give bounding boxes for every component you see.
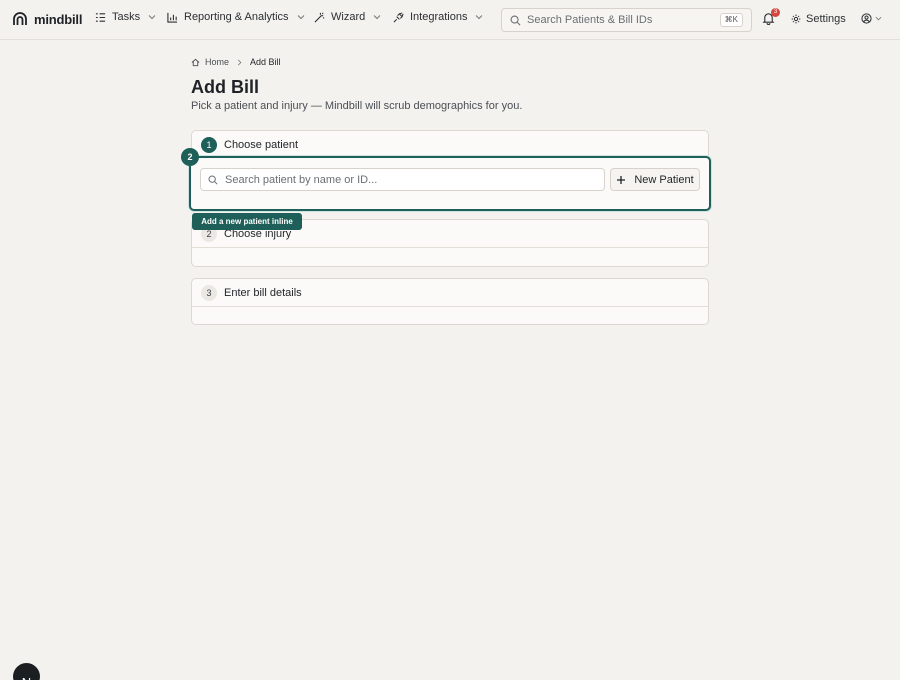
patient-picker-panel: Search patient by name or ID... New Pati… [189, 156, 711, 211]
search-shortcut: ⌘K [719, 13, 743, 27]
notification-badge: 3 [771, 8, 780, 17]
step-header-bill-details[interactable]: 3 Enter bill details [192, 279, 708, 307]
step-header-patient[interactable]: 1 Choose patient [192, 131, 708, 159]
step-title: Enter bill details [224, 286, 302, 299]
global-search-placeholder: Search Patients & Bill IDs [527, 14, 653, 26]
chevron-down-icon [373, 15, 381, 20]
patient-search-placeholder: Search patient by name or ID... [225, 173, 378, 186]
user-menu-button[interactable] [861, 13, 882, 24]
nav-integrations-label: Integrations [410, 11, 468, 23]
mindbill-logo-icon [13, 12, 27, 25]
global-search-input[interactable]: Search Patients & Bill IDs ⌘K [501, 8, 752, 32]
settings-button[interactable]: Settings [791, 13, 846, 25]
chevron-down-icon [875, 16, 882, 21]
wand-icon [314, 12, 325, 22]
breadcrumb-current: Add Bill [250, 57, 281, 67]
nav-tasks[interactable]: Tasks [95, 11, 156, 23]
chevron-down-icon [476, 15, 483, 20]
top-nav: mindbill Tasks Reporting & Analytics Wiz… [0, 0, 900, 40]
plus-icon [617, 175, 626, 184]
new-patient-label: New Patient [634, 173, 694, 186]
tasks-icon [95, 12, 106, 22]
app-logo[interactable]: mindbill [12, 11, 82, 27]
guide-tooltip: Add a new patient inline [192, 213, 302, 230]
nav-wizard-label: Wizard [331, 11, 366, 23]
nav-wizard[interactable]: Wizard [314, 11, 381, 23]
step-card-bill-details: 3 Enter bill details [191, 278, 709, 325]
app-name: mindbill [34, 11, 83, 27]
search-icon [208, 175, 218, 185]
chart-icon [167, 12, 178, 23]
gear-icon [791, 14, 801, 24]
chevron-right-icon [237, 59, 242, 65]
breadcrumb-home[interactable]: Home [205, 57, 229, 67]
nav-tasks-label: Tasks [112, 11, 141, 23]
guide-step-marker: 2 [181, 148, 199, 166]
page-title: Add Bill [191, 77, 259, 97]
nav-integrations[interactable]: Integrations [393, 11, 483, 23]
new-patient-button[interactable]: New Patient [610, 168, 700, 191]
nav-reporting[interactable]: Reporting & Analytics [167, 11, 305, 23]
plug-icon [393, 11, 404, 22]
home-icon [191, 58, 200, 66]
breadcrumb: Home Add Bill [191, 57, 281, 67]
step-title: Choose patient [224, 139, 298, 151]
user-circle-icon [861, 13, 872, 24]
search-icon [510, 15, 521, 25]
page-subtitle: Pick a patient and injury — Mindbill wil… [191, 100, 523, 112]
settings-label: Settings [806, 13, 846, 25]
step-number: 3 [201, 284, 217, 301]
step-card-patient: 1 Choose patient [191, 130, 709, 156]
nav-reporting-label: Reporting & Analytics [184, 11, 289, 23]
chevron-down-icon [297, 15, 304, 20]
floating-help-button[interactable]: N [13, 663, 40, 680]
patient-search-input[interactable]: Search patient by name or ID... [200, 168, 605, 191]
chevron-down-icon [148, 15, 156, 20]
step-number: 1 [201, 137, 217, 153]
